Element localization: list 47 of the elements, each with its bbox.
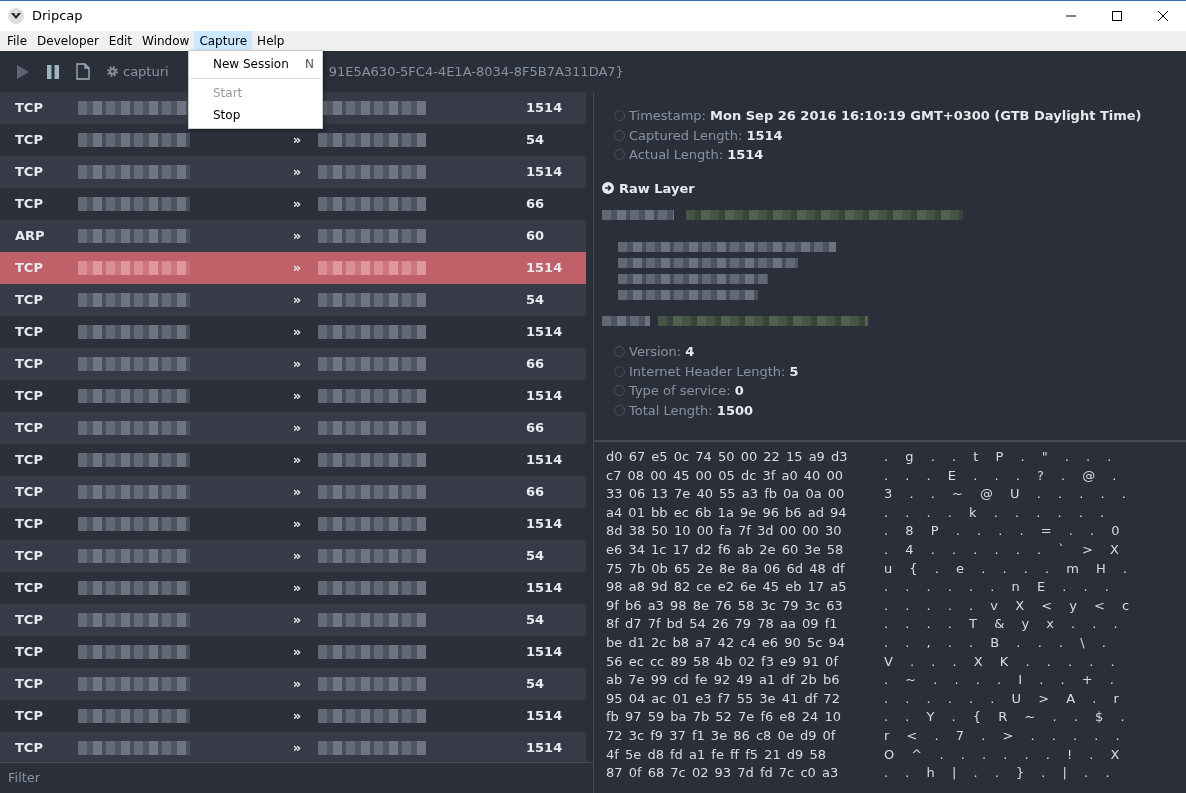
status-text: capturi (123, 62, 169, 81)
hex-bytes: 4f 5e d8 fd a1 fe ff f5 21 d9 58 (606, 745, 827, 764)
property-text: Type of service: 0 (629, 382, 744, 400)
hex-bytes: fb 97 59 ba 7b 52 7e f6 e8 24 10 (606, 708, 842, 727)
ascii-text: . . . . . . n E . . . (884, 578, 1109, 597)
ascii-text: . ~ . . . . I . . + . (884, 671, 1114, 690)
hex-bytes: ab 7e 99 cd fe 92 49 a1 df 2b b6 (606, 671, 841, 690)
ascii-text: u { . e . . . . m H . (884, 559, 1128, 578)
hex-bytes: 8f d7 7f bd 54 26 79 78 aa 09 f1 (606, 615, 839, 634)
property-text: Version: 4 (629, 343, 695, 361)
window-title: Dripcap (32, 7, 83, 26)
hex-bytes: 8d 38 50 10 00 fa 7f 3d 00 00 30 (606, 522, 843, 541)
hex-bytes: 98 a8 9d 82 ce e2 6e 45 eb 17 a5 (606, 578, 848, 597)
property-text: Actual Length: 1514 (629, 146, 764, 164)
ascii-text: . 4 . . . . . . ` > X (884, 540, 1119, 559)
ascii-text: r < . 7 . > . . . . . (884, 726, 1120, 745)
ascii-text: V . . . X K . . . . . (884, 652, 1115, 671)
hex-bytes: d0 67 e5 0c 74 50 00 22 15 a9 d3 (606, 448, 849, 466)
ascii-text: . 8 P . . . . = . . 0 (884, 522, 1120, 541)
hex-bytes: 75 7b 0b 65 2e 8e 8a 06 6d 48 df (606, 559, 846, 578)
ascii-text: . . Y . { R ~ . . $ . (884, 708, 1125, 727)
ascii-text: . . . . k . . . . . . (884, 503, 1105, 522)
hex-bytes: e6 34 1c 17 d2 f6 ab 2e 60 3e 58 (606, 540, 845, 559)
ascii-text: . . . . . v X < y < c (884, 596, 1130, 615)
hex-bytes: 95 04 ac 01 e3 f7 55 3e 41 df 72 (606, 689, 841, 708)
hex-bytes: a4 01 bb ec 6b 1a 9e 96 b6 ad 94 (606, 503, 848, 522)
ascii-text: O ^ . . . . . . ! . X (884, 745, 1120, 764)
hex-bytes: be d1 2c b8 a7 42 c4 e6 90 5c 94 (606, 633, 846, 652)
hex-bytes: 9f b6 a3 98 8e 76 58 3c 79 3c 63 (606, 596, 844, 615)
property-text: Internet Header Length: 5 (629, 362, 799, 381)
ascii-text: 3 . . ~ @ U . . . . . (884, 485, 1126, 504)
hex-bytes: 33 06 13 7e 40 55 a3 fb 0a 0a 00 (606, 485, 846, 504)
interface-id: 91E5A630-5FC4-4E1A-8034-8F5B7A311DA7} (328, 62, 624, 81)
hex-bytes: c7 08 00 45 00 05 dc 3f a0 40 00 (606, 466, 845, 485)
ascii-text: . . h | . . } . | . . (884, 764, 1110, 783)
ascii-text: . . . E . . . ? . @ . (884, 466, 1117, 485)
property-text: Timestamp: Mon Sep 26 2016 16:10:19 GMT+0300 (GTB Daylight Time) (629, 107, 1142, 125)
property-text: Captured Length: 1514 (629, 126, 783, 145)
ascii-text: . . . . . . U > A . r (884, 689, 1119, 708)
property-text: Total Length: 1500 (629, 401, 754, 420)
hex-bytes: 56 ec cc 89 58 4b 02 f3 e9 91 0f (606, 652, 840, 671)
ascii-text: . . . . T & y x . . . (884, 615, 1118, 634)
hex-bytes: 87 0f 68 7c 02 93 7d fd 7c c0 a3 (606, 764, 840, 783)
ascii-text: . . , . . B . . . \ . (884, 633, 1106, 652)
hex-bytes: 72 3c f9 37 f1 3e 86 c8 0e d9 0f (606, 726, 837, 745)
ascii-text: . g . . t P . " . . . (884, 448, 1112, 466)
layer-title: Raw Layer (619, 179, 695, 198)
